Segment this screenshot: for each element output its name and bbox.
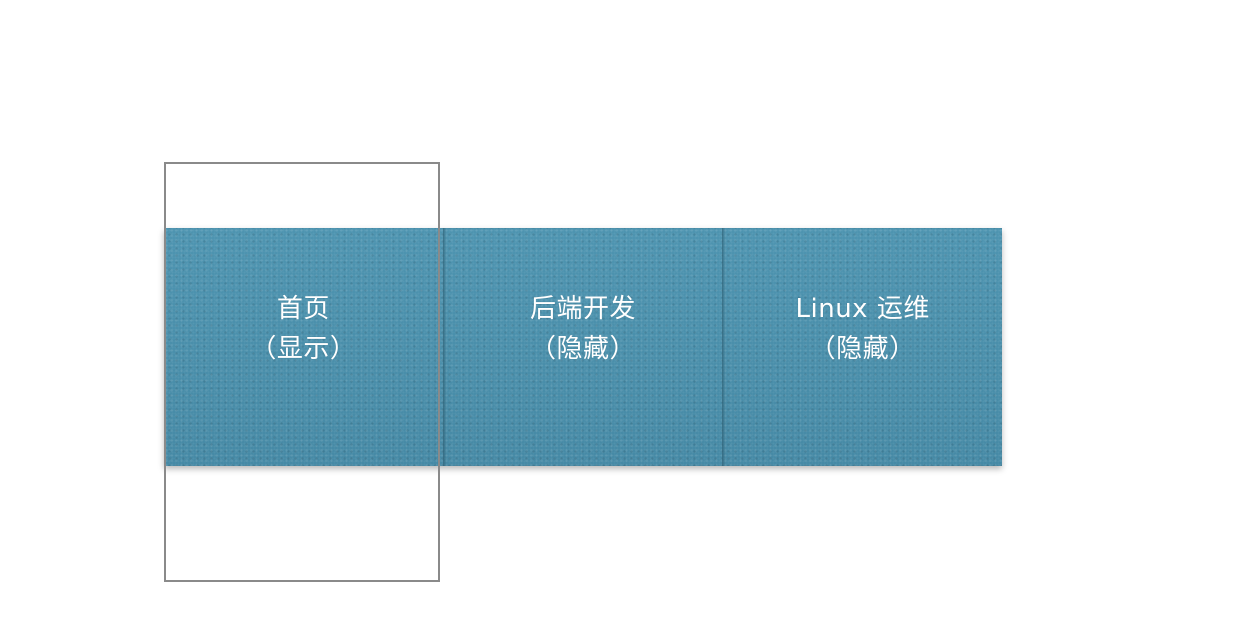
panel-home: 首页 （显示） [164,228,443,466]
panel-title: 后端开发 [530,294,637,324]
tab-panel-strip: 首页 （显示） 后端开发 （隐藏） Linux 运维 （隐藏） [164,228,1003,466]
panel-linux: Linux 运维 （隐藏） [722,228,1003,466]
panel-backend: 后端开发 （隐藏） [442,228,723,466]
panel-status: （显示） [250,334,357,364]
panel-title: Linux 运维 [795,294,930,324]
panel-status: （隐藏） [530,334,637,364]
panel-status: （隐藏） [809,334,916,364]
panel-linux-label: Linux 运维 （隐藏） [796,289,930,369]
panel-title: 首页 [276,294,330,324]
panel-home-label: 首页 （显示） [250,289,356,369]
panel-backend-label: 后端开发 （隐藏） [530,289,636,369]
